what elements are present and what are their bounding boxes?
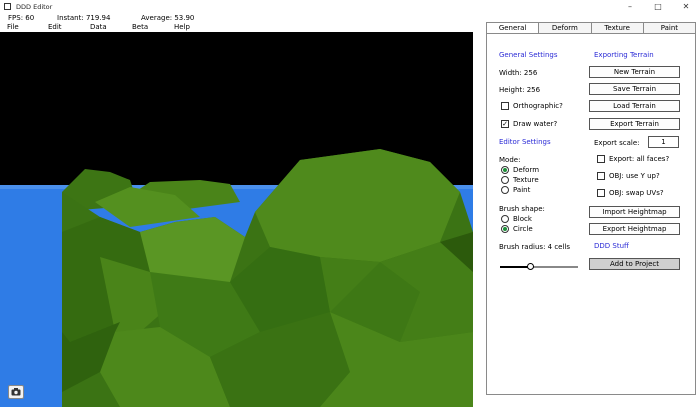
radio-circle (501, 215, 509, 223)
export-all-faces-checkbox-box (597, 155, 605, 163)
terrain-render (0, 32, 473, 407)
obj-swap-uvs-label: OBJ: swap UVs? (609, 189, 664, 197)
orthographic-checkbox[interactable]: Orthographic? (501, 102, 563, 110)
mode-label: Mode: (499, 156, 521, 164)
panel-tabs: General Deform Texture Paint (487, 23, 695, 34)
radio-dot (503, 168, 507, 172)
radio-dot (503, 227, 507, 231)
fps-readout: FPS: 60 (8, 14, 35, 22)
window-controls: – □ ✕ (616, 0, 700, 13)
menu-edit[interactable]: Edit (48, 23, 62, 31)
radio-circle (501, 176, 509, 184)
camera-icon (11, 388, 21, 396)
add-to-project-button[interactable]: Add to Project (589, 258, 680, 270)
new-terrain-button[interactable]: New Terrain (589, 66, 680, 78)
export-scale-input[interactable]: 1 (648, 136, 679, 148)
import-heightmap-button[interactable]: Import Heightmap (589, 206, 680, 218)
minimize-button[interactable]: – (616, 0, 644, 13)
draw-water-checkbox-box: ✓ (501, 119, 509, 128)
instant-readout: Instant: 719.94 (57, 14, 111, 22)
height-label: Height: 256 (499, 86, 541, 94)
mode-paint-radio[interactable]: Paint (501, 186, 530, 194)
menu-file[interactable]: File (7, 23, 19, 31)
obj-swap-uvs-checkbox-box (597, 189, 605, 197)
brush-block-radio[interactable]: Block (501, 215, 532, 223)
slider-thumb[interactable] (526, 263, 534, 270)
brush-radius-label: Brush radius: 4 cells (499, 243, 571, 251)
radio-circle (501, 186, 509, 194)
maximize-button[interactable]: □ (644, 0, 672, 13)
menu-beta[interactable]: Beta (132, 23, 148, 31)
tab-general[interactable]: General (487, 23, 540, 33)
menu-data[interactable]: Data (90, 23, 107, 31)
radio-circle (501, 166, 509, 174)
export-heightmap-button[interactable]: Export Heightmap (589, 223, 680, 235)
mode-deform-label: Deform (513, 166, 540, 174)
ddd-stuff-heading: DDD Stuff (594, 242, 629, 250)
tab-deform[interactable]: Deform (539, 23, 592, 33)
general-settings-heading: General Settings (499, 51, 558, 59)
radio-circle (501, 225, 509, 233)
terrain-viewport[interactable] (0, 32, 473, 407)
menu-bar: File Edit Data Beta Help (0, 23, 480, 32)
brush-circle-label: Circle (513, 225, 533, 233)
mode-deform-radio[interactable]: Deform (501, 166, 539, 174)
window-title: DDD Editor (16, 2, 53, 11)
export-terrain-button[interactable]: Export Terrain (589, 118, 680, 130)
brush-shape-label: Brush shape: (499, 205, 545, 213)
mode-paint-label: Paint (513, 186, 531, 194)
orthographic-label: Orthographic? (513, 102, 563, 110)
load-terrain-button[interactable]: Load Terrain (589, 100, 680, 112)
settings-panel: General Deform Texture Paint General Set… (486, 22, 696, 395)
average-readout: Average: 53.90 (141, 14, 195, 22)
editor-settings-heading: Editor Settings (499, 138, 551, 146)
exporting-terrain-heading: Exporting Terrain (594, 51, 654, 59)
export-all-faces-label: Export: all faces? (609, 155, 670, 163)
menu-help[interactable]: Help (174, 23, 190, 31)
obj-y-up-checkbox-box (597, 172, 605, 180)
export-scale-label: Export scale: (594, 139, 640, 147)
orthographic-checkbox-box (501, 102, 509, 110)
draw-water-checkbox[interactable]: ✓ Draw water? (501, 120, 557, 128)
width-label: Width: 256 (499, 69, 538, 77)
title-bar: DDD Editor – □ ✕ (0, 0, 700, 13)
tab-texture[interactable]: Texture (591, 23, 644, 33)
brush-circle-radio[interactable]: Circle (501, 225, 533, 233)
mode-texture-label: Texture (513, 176, 539, 184)
draw-water-label: Draw water? (513, 120, 558, 128)
close-button[interactable]: ✕ (672, 0, 700, 13)
obj-y-up-label: OBJ: use Y up? (609, 172, 660, 180)
brush-radius-slider[interactable] (500, 263, 578, 270)
camera-button[interactable] (8, 385, 24, 399)
mode-texture-radio[interactable]: Texture (501, 176, 539, 184)
obj-y-up-checkbox[interactable]: OBJ: use Y up? (597, 172, 660, 180)
tab-paint[interactable]: Paint (643, 23, 695, 33)
slider-fill (500, 266, 530, 268)
brush-block-label: Block (513, 215, 532, 223)
save-terrain-button[interactable]: Save Terrain (589, 83, 680, 95)
obj-swap-uvs-checkbox[interactable]: OBJ: swap UVs? (597, 189, 664, 197)
app-window-icon (4, 3, 11, 10)
export-all-faces-checkbox[interactable]: Export: all faces? (597, 155, 669, 163)
